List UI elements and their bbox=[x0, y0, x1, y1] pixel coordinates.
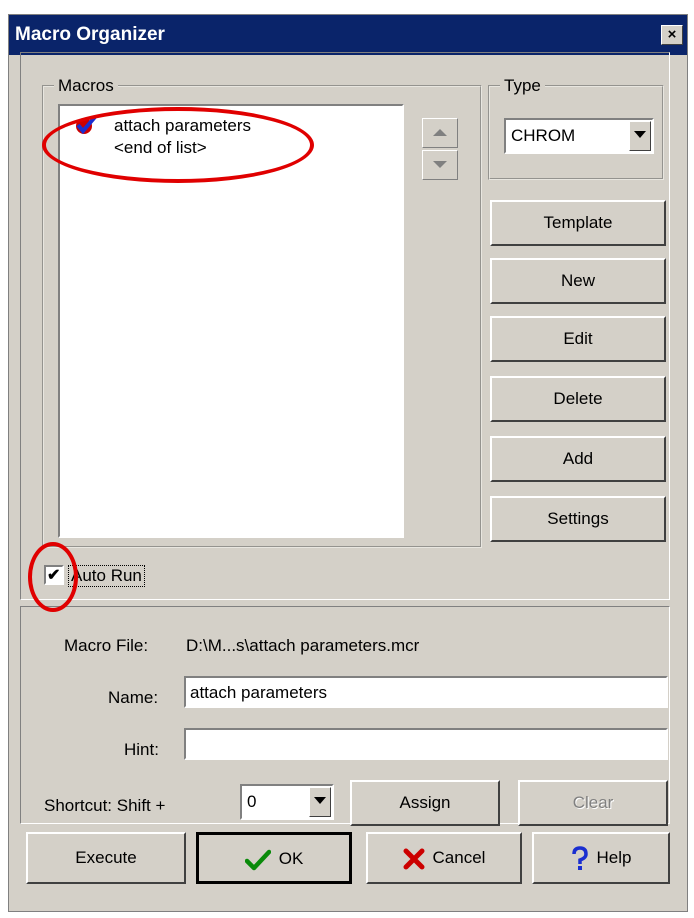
window-title: Macro Organizer bbox=[15, 24, 165, 45]
move-up-button[interactable] bbox=[422, 118, 458, 148]
edit-button[interactable]: Edit bbox=[490, 316, 666, 362]
assign-button[interactable]: Assign bbox=[350, 780, 500, 826]
type-dropdown-button[interactable] bbox=[629, 121, 651, 151]
add-button[interactable]: Add bbox=[490, 436, 666, 482]
name-field[interactable]: attach parameters bbox=[184, 676, 668, 708]
annotation-circle-macro bbox=[42, 107, 314, 183]
type-legend: Type bbox=[504, 76, 541, 95]
cancel-label: Cancel bbox=[432, 848, 486, 867]
execute-label: Execute bbox=[75, 848, 137, 867]
red-x-icon bbox=[403, 848, 425, 870]
shortcut-dropdown-button[interactable] bbox=[309, 787, 331, 817]
cancel-button[interactable]: Cancel bbox=[366, 832, 522, 884]
shortcut-select-value: 0 bbox=[247, 792, 257, 811]
macro-file-value: D:\M...s\attach parameters.mcr bbox=[186, 636, 420, 655]
hint-label: Hint: bbox=[124, 740, 159, 759]
macros-legend: Macros bbox=[58, 76, 114, 95]
clear-button[interactable]: Clear bbox=[518, 780, 668, 826]
type-select[interactable]: CHROM bbox=[504, 118, 654, 154]
shortcut-select[interactable]: 0 bbox=[240, 784, 334, 820]
chevron-down-icon bbox=[634, 131, 646, 138]
close-button[interactable]: × bbox=[661, 25, 683, 45]
chevron-down-icon bbox=[314, 797, 326, 804]
ok-button[interactable]: OK bbox=[196, 832, 352, 884]
template-button[interactable]: Template bbox=[490, 200, 666, 246]
green-checkmark-icon bbox=[244, 849, 271, 870]
ok-label: OK bbox=[278, 849, 304, 868]
auto-run-label[interactable]: Auto Run bbox=[68, 565, 145, 587]
name-label: Name: bbox=[108, 688, 159, 707]
type-select-value: CHROM bbox=[511, 126, 576, 145]
shortcut-label: Shortcut: Shift + bbox=[44, 796, 166, 815]
hint-field[interactable] bbox=[184, 728, 668, 760]
settings-button[interactable]: Settings bbox=[490, 496, 666, 542]
help-label: Help bbox=[596, 848, 632, 867]
execute-button[interactable]: Execute bbox=[26, 832, 186, 884]
macro-file-label: Macro File: bbox=[64, 636, 149, 655]
move-down-button[interactable] bbox=[422, 150, 458, 180]
help-button[interactable]: Help bbox=[532, 832, 670, 884]
help-question-icon bbox=[571, 845, 588, 870]
title-bar[interactable]: Macro Organizer × bbox=[9, 15, 687, 55]
name-field-value: attach parameters bbox=[190, 683, 328, 702]
arrow-up-icon bbox=[433, 129, 447, 136]
annotation-circle-checkbox bbox=[28, 542, 78, 612]
new-button[interactable]: New bbox=[490, 258, 666, 304]
delete-button[interactable]: Delete bbox=[490, 376, 666, 422]
arrow-down-icon bbox=[433, 161, 447, 168]
